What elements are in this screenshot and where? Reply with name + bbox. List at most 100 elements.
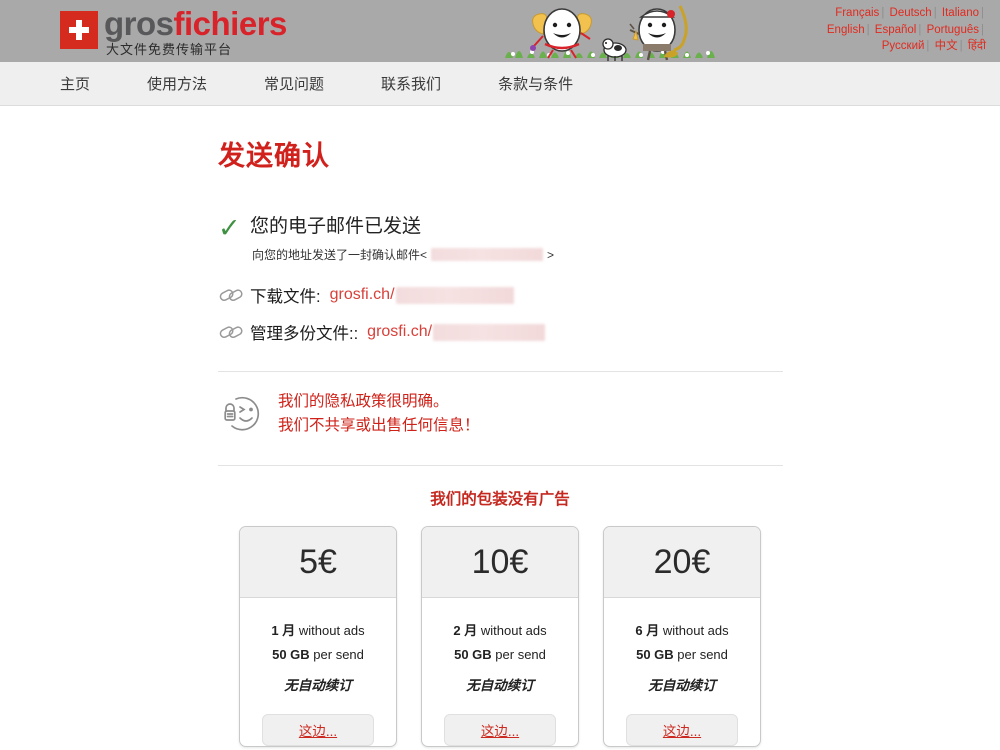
site-logo[interactable]: grosfichiers 大文件免费传输平台 xyxy=(60,7,287,56)
pricing-duration-unit: 月 xyxy=(646,623,660,638)
download-link-label: 下载文件: xyxy=(250,288,321,306)
logo-word-gros: gros xyxy=(104,5,174,42)
pricing-card[interactable]: 5€ 1 月 without ads 50 GB per send 无自动续订 … xyxy=(239,526,397,747)
pricing-duration-value: 1 xyxy=(271,623,279,638)
pricing-card-header: 10€ xyxy=(422,527,578,598)
manage-link-row[interactable]: 管理多份文件:: grosfi.ch/ xyxy=(218,320,1000,344)
pricing-quota-value: 50 GB xyxy=(636,647,674,662)
download-link-url-prefix: grosfi.ch/ xyxy=(329,286,395,303)
logo-tagline: 大文件免费传输平台 xyxy=(106,42,233,57)
language-separator: | xyxy=(981,23,984,36)
nav-item-contact[interactable]: 联系我们 xyxy=(381,73,441,94)
nav-item-home[interactable]: 主页 xyxy=(60,73,90,94)
nav-item-terms[interactable]: 条款与条件 xyxy=(498,73,573,94)
language-link-chinese[interactable]: 中文 xyxy=(935,40,958,52)
email-sent-subtitle: 向您的地址发送了一封确认邮件< > xyxy=(252,246,1000,263)
privacy-policy-line-1: 我们的隐私政策很明确。 xyxy=(278,393,449,410)
language-separator: | xyxy=(981,7,984,19)
redacted-download-token xyxy=(395,286,514,304)
language-separator: | xyxy=(933,7,937,19)
language-separator: | xyxy=(866,23,870,36)
site-header: grosfichiers 大文件免费传输平台 Français | Deutsc… xyxy=(0,0,1000,62)
pricing-card-price: 5€ xyxy=(299,542,337,581)
language-link-english[interactable]: English xyxy=(827,24,865,36)
language-link-espanol[interactable]: Español xyxy=(875,24,917,36)
language-link-italiano[interactable]: Italiano xyxy=(942,7,979,19)
main-navigation: 主页 使用方法 常见问题 联系我们 条款与条件 xyxy=(0,62,1000,106)
privacy-policy-block: 我们的隐私政策很明确。 我们不共享或出售任何信息！ xyxy=(222,390,1000,438)
nav-item-faq[interactable]: 常见问题 xyxy=(264,73,324,94)
language-link-francais[interactable]: Français xyxy=(835,7,879,19)
pricing-card-button[interactable]: 这边... xyxy=(262,714,374,746)
pricing-card-renewal: 无自动续订 xyxy=(648,678,716,693)
winking-face-icon xyxy=(224,396,260,431)
pricing-duration-suffix: without ads xyxy=(662,623,729,638)
pricing-card-quota: 50 GB per send xyxy=(432,647,568,662)
green-check-icon: ✓ xyxy=(218,213,241,243)
send-confirmation-block: ✓ 您的电子邮件已发送 向您的地址发送了一封确认邮件< > xyxy=(218,215,1000,263)
pricing-card-quota: 50 GB per send xyxy=(250,647,386,662)
pricing-card-header: 5€ xyxy=(240,527,396,598)
chain-link-icon xyxy=(219,289,243,302)
language-row-1: Français | Deutsch | Italiano | xyxy=(827,5,986,22)
pricing-duration-unit: 月 xyxy=(282,623,296,638)
pricing-quota-suffix: per send xyxy=(495,647,546,662)
pricing-duration-unit: 月 xyxy=(464,623,478,638)
pricing-card-button[interactable]: 这边... xyxy=(626,714,738,746)
language-link-portugues[interactable]: Português xyxy=(927,24,979,36)
manage-link-label: 管理多份文件:: xyxy=(250,325,359,343)
language-link-russian[interactable]: Русский xyxy=(882,40,925,52)
logo-text: grosfichiers 大文件免费传输平台 xyxy=(104,7,287,56)
pricing-quota-suffix: per send xyxy=(313,647,364,662)
pricing-card-header: 20€ xyxy=(604,527,760,598)
redacted-manage-token xyxy=(433,323,546,341)
privacy-policy-text: 我们的隐私政策很明确。 我们不共享或出售任何信息！ xyxy=(278,390,480,438)
email-sent-row: ✓ 您的电子邮件已发送 xyxy=(218,215,1000,242)
main-content: 发送确认 ✓ 您的电子邮件已发送 向您的地址发送了一封确认邮件< > 下载文件:… xyxy=(0,106,1000,747)
privacy-policy-line-2: 我们不共享或出售任何信息！ xyxy=(278,417,480,434)
language-link-deutsch[interactable]: Deutsch xyxy=(890,7,932,19)
swiss-flag-icon xyxy=(60,11,98,49)
pricing-quota-suffix: per send xyxy=(677,647,728,662)
pricing-quota-value: 50 GB xyxy=(454,647,492,662)
language-separator: | xyxy=(918,23,922,36)
download-link-row[interactable]: 下载文件: grosfi.ch/ xyxy=(218,283,1000,307)
logo-wordmark: grosfichiers xyxy=(104,7,287,40)
nav-item-how-to-use[interactable]: 使用方法 xyxy=(147,73,207,94)
share-links: 下载文件: grosfi.ch/ 管理多份文件:: grosfi.ch/ xyxy=(218,283,1000,344)
language-selector[interactable]: Français | Deutsch | Italiano | English | Es… xyxy=(827,5,986,55)
section-divider-bottom xyxy=(218,465,783,466)
pricing-duration-suffix: without ads xyxy=(480,623,547,638)
pricing-card-quota: 50 GB per send xyxy=(614,647,750,662)
email-sent-subtitle-suffix: > xyxy=(547,247,555,262)
pricing-card-button-label: 这边... xyxy=(298,724,338,739)
pricing-card-price: 10€ xyxy=(471,542,529,581)
pricing-card[interactable]: 20€ 6 月 without ads 50 GB per send 无自动续订… xyxy=(603,526,761,747)
chain-link-icon xyxy=(219,326,243,339)
pricing-card-renewal: 无自动续订 xyxy=(466,678,534,693)
manage-link-url-prefix: grosfi.ch/ xyxy=(367,323,433,340)
pricing-card-duration: 2 月 without ads xyxy=(432,620,568,639)
no-ads-heading: 我们的包装没有广告 xyxy=(430,491,570,508)
download-link-url[interactable]: grosfi.ch/ xyxy=(330,286,514,304)
pricing-card-button-label: 这边... xyxy=(480,724,520,739)
pricing-card-body: 6 月 without ads 50 GB per send 无自动续订 这边.… xyxy=(604,598,760,746)
logo-word-fichiers: fichiers xyxy=(173,5,288,42)
page-title: 发送确认 xyxy=(218,141,330,171)
language-separator: | xyxy=(881,7,885,19)
pricing-card-price: 20€ xyxy=(653,542,711,581)
email-sent-title: 您的电子邮件已发送 xyxy=(250,216,422,237)
pricing-duration-suffix: without ads xyxy=(298,623,365,638)
pricing-card-duration: 6 月 without ads xyxy=(614,620,750,639)
email-sent-subtitle-prefix: 向您的地址发送了一封确认邮件< xyxy=(252,248,428,262)
mascot-illustration xyxy=(505,5,720,62)
pricing-card-button[interactable]: 这边... xyxy=(444,714,556,746)
pricing-card-renewal: 无自动续订 xyxy=(284,678,352,693)
pricing-duration-value: 6 xyxy=(635,623,643,638)
language-link-hindi[interactable]: हिंदी xyxy=(968,40,986,52)
pricing-card-button-label: 这边... xyxy=(662,724,702,739)
language-row-3: Русский | 中文 | हिंदी xyxy=(827,38,986,55)
pricing-card[interactable]: 10€ 2 月 without ads 50 GB per send 无自动续订… xyxy=(421,526,579,747)
manage-link-url[interactable]: grosfi.ch/ xyxy=(367,323,546,341)
language-separator: | xyxy=(926,40,930,52)
